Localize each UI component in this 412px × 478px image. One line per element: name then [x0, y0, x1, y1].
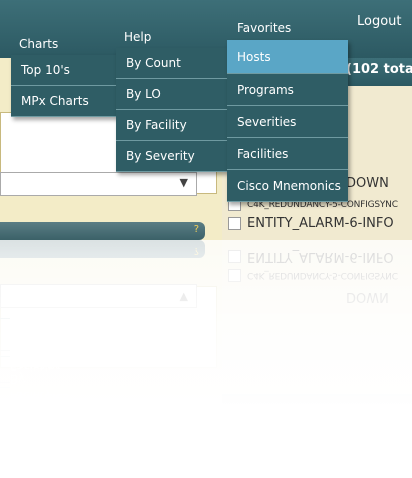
- menu-item-mpx-charts[interactable]: MPx Charts: [11, 86, 118, 117]
- nav-favorites[interactable]: Favorites: [237, 21, 291, 35]
- favorites-menu: Hosts Programs Severities Facilities Cis…: [227, 40, 348, 202]
- menu-item-severities[interactable]: Severities: [227, 106, 348, 138]
- list-item-label: DOWN: [346, 176, 389, 191]
- help-menu: By Count By LO By Facility By Severity: [116, 48, 229, 172]
- list-item-label: ENTITY_ALARM-6-INFO: [247, 216, 394, 231]
- menu-item-by-lo[interactable]: By LO: [116, 79, 229, 110]
- nav-help[interactable]: Help: [124, 30, 151, 44]
- results-total-label: (102 tota: [346, 62, 412, 77]
- nav-logout[interactable]: Logout: [357, 14, 402, 29]
- menu-item-cisco-mnemonics[interactable]: Cisco Mnemonics: [227, 170, 348, 202]
- row-checkbox[interactable]: [228, 217, 241, 230]
- menu-item-hosts[interactable]: Hosts: [227, 40, 348, 74]
- screenshot-stage: Charts Help Favorites Logout ▼ ? (102 to…: [0, 0, 412, 478]
- nav-charts[interactable]: Charts: [19, 37, 58, 51]
- menu-item-by-facility[interactable]: By Facility: [116, 110, 229, 141]
- menu-item-by-count[interactable]: By Count: [116, 48, 229, 79]
- menu-item-programs[interactable]: Programs: [227, 74, 348, 106]
- left-panel-footer: ?: [0, 222, 205, 240]
- filter-select[interactable]: ▼: [0, 172, 197, 196]
- menu-item-top-10s[interactable]: Top 10's: [11, 55, 118, 86]
- chevron-down-icon[interactable]: ▼: [180, 176, 188, 189]
- mirror-reflection: Charts Help Favorites Logout ▼ ? (102 to…: [0, 240, 412, 478]
- charts-menu: Top 10's MPx Charts: [11, 55, 118, 117]
- app-window: Charts Help Favorites Logout ▼ ? (102 to…: [0, 0, 412, 240]
- menu-item-facilities[interactable]: Facilities: [227, 138, 348, 170]
- reflection-fade: [0, 240, 412, 478]
- menu-item-by-severity[interactable]: By Severity: [116, 141, 229, 172]
- list-item[interactable]: ENTITY_ALARM-6-INFO: [228, 216, 394, 231]
- help-icon[interactable]: ?: [194, 224, 199, 235]
